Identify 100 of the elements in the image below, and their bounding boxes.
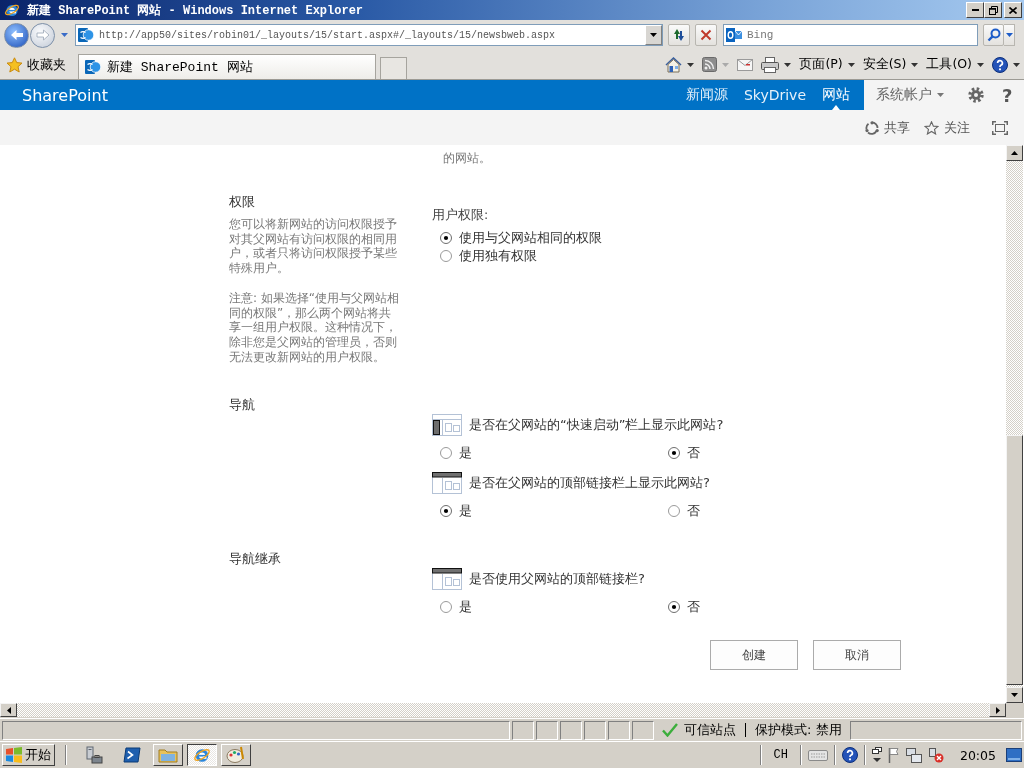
- question-text: 是否在父网站的顶部链接栏上显示此网站?: [469, 474, 710, 493]
- field-label: 用户权限:: [432, 208, 490, 222]
- browser-logo-icon: [193, 746, 211, 764]
- option-label: 是: [459, 444, 472, 463]
- section-description: 注意: 如果选择“使用与父网站相同的权限”，那么两个网站将共享一组用户权限。这种情况下，除非您是父网站的管理员，否则无法更改新网站的用户权限。: [229, 290, 401, 365]
- minimize-button[interactable]: [966, 2, 984, 18]
- window-options-button[interactable]: [871, 747, 882, 763]
- radio-button[interactable]: [440, 250, 452, 262]
- search-options-button[interactable]: [1004, 24, 1015, 46]
- star-icon: [924, 120, 939, 135]
- nav-link[interactable]: 新闻源: [677, 80, 736, 110]
- radio-button[interactable]: [668, 601, 680, 614]
- scroll-down-button[interactable]: [1006, 687, 1023, 703]
- forward-button[interactable]: [30, 22, 55, 48]
- refresh-button[interactable]: [668, 24, 690, 46]
- top-link-layout-icon: [432, 568, 462, 591]
- scroll-up-button[interactable]: [1006, 145, 1023, 161]
- focus-button[interactable]: [992, 120, 1008, 135]
- clock[interactable]: 20:05: [949, 747, 1000, 763]
- minimize-icon: [971, 9, 979, 11]
- protected-mode-text: 保护模式: 禁用: [755, 721, 842, 739]
- settings-icon: [968, 87, 984, 103]
- address-field[interactable]: http://app50/sites/robin01/_layouts/15/start.aspx#/_layouts/15/newsbweb.aspx: [75, 24, 663, 46]
- right-arrow-icon: [995, 706, 1000, 714]
- stop-button[interactable]: [695, 24, 717, 46]
- help-icon: [992, 56, 1008, 73]
- nav-link[interactable]: SkyDrive: [735, 80, 814, 110]
- palette-icon: [226, 746, 246, 764]
- windows-stack-icon: [871, 747, 882, 763]
- search-icon: [986, 28, 1001, 42]
- left-arrow-icon: [6, 706, 11, 714]
- option-label: 否: [687, 444, 700, 463]
- scrollbar-thumb[interactable]: [1006, 435, 1023, 685]
- quick-launch-layout-icon: [432, 414, 462, 437]
- help-button[interactable]: [841, 747, 858, 763]
- caret-icon: [722, 62, 730, 67]
- restore-icon: [988, 5, 998, 15]
- desktop-icon: [1006, 748, 1022, 762]
- favorites-button[interactable]: 收藏夹: [4, 52, 68, 77]
- follow-button[interactable]: 关注: [924, 118, 970, 137]
- devices-button[interactable]: [905, 747, 922, 763]
- browser-tab[interactable]: 新建 SharePoint 网站: [78, 54, 376, 79]
- help-button[interactable]: ?: [1002, 84, 1013, 106]
- option-label: 否: [687, 502, 700, 521]
- scroll-left-button[interactable]: [0, 703, 17, 717]
- brand-name: SharePoint: [22, 85, 108, 105]
- scroll-right-button[interactable]: [989, 703, 1006, 717]
- top-link-layout-icon: [432, 472, 462, 495]
- keyboard-icon: [807, 748, 828, 762]
- caret-icon: [650, 33, 657, 37]
- radio-button[interactable]: [440, 232, 452, 244]
- search-button[interactable]: [983, 24, 1004, 46]
- sharepoint-icon: [85, 59, 101, 75]
- network-button[interactable]: [927, 747, 944, 763]
- up-arrow-icon: [1011, 151, 1018, 155]
- search-field[interactable]: Bing: [723, 24, 978, 46]
- back-button[interactable]: [4, 22, 29, 48]
- cancel-button[interactable]: 取消: [813, 640, 901, 671]
- option-label: 是: [459, 502, 472, 521]
- security-zone-text: 可信站点: [684, 721, 736, 739]
- tools-menu[interactable]: 工具(O): [926, 53, 984, 76]
- radio-button[interactable]: [668, 447, 680, 460]
- question-text: 是否在父网站的“快速启动”栏上显示此网站?: [469, 416, 724, 435]
- caret-icon: [847, 62, 855, 67]
- settings-button[interactable]: [968, 87, 984, 103]
- nav-link[interactable]: 网站: [814, 80, 858, 110]
- section-title: 导航继承: [229, 551, 282, 567]
- close-button[interactable]: [1004, 2, 1022, 18]
- taskbar-button[interactable]: [187, 744, 217, 766]
- forward-arrow-icon: [35, 29, 50, 41]
- show-desktop-button[interactable]: [1006, 748, 1022, 762]
- create-button[interactable]: 创建: [710, 640, 798, 671]
- language-indicator[interactable]: CH: [767, 748, 794, 762]
- status-panel: [632, 720, 654, 740]
- terminal-icon: [123, 747, 141, 763]
- close-icon: [1009, 6, 1017, 14]
- radio-button[interactable]: [668, 505, 680, 518]
- printer-icon: [761, 56, 780, 73]
- down-arrow-icon: [1011, 693, 1018, 697]
- page-menu[interactable]: 页面(P): [799, 53, 855, 76]
- keyboard-button[interactable]: [807, 748, 828, 762]
- start-button[interactable]: 开始: [2, 744, 55, 766]
- restore-button[interactable]: [984, 2, 1002, 18]
- safety-menu[interactable]: 安全(S): [862, 53, 919, 76]
- radio-button[interactable]: [440, 447, 452, 460]
- status-panel: [584, 720, 606, 740]
- caret-icon: [687, 62, 695, 67]
- caret-icon: [60, 33, 68, 37]
- flag-button[interactable]: [887, 747, 900, 763]
- account-menu[interactable]: 系统帐户: [876, 86, 944, 104]
- computers-icon: [905, 747, 922, 763]
- option-label: 是: [459, 598, 472, 617]
- address-dropdown-button[interactable]: [645, 25, 662, 45]
- fullscreen-icon: [992, 120, 1008, 135]
- share-button[interactable]: 共享: [865, 118, 910, 137]
- caret-icon: [911, 62, 919, 67]
- radio-button[interactable]: [440, 601, 452, 614]
- caret-icon: [1013, 62, 1020, 67]
- radio-button[interactable]: [440, 505, 452, 518]
- refresh-icon: [672, 28, 686, 42]
